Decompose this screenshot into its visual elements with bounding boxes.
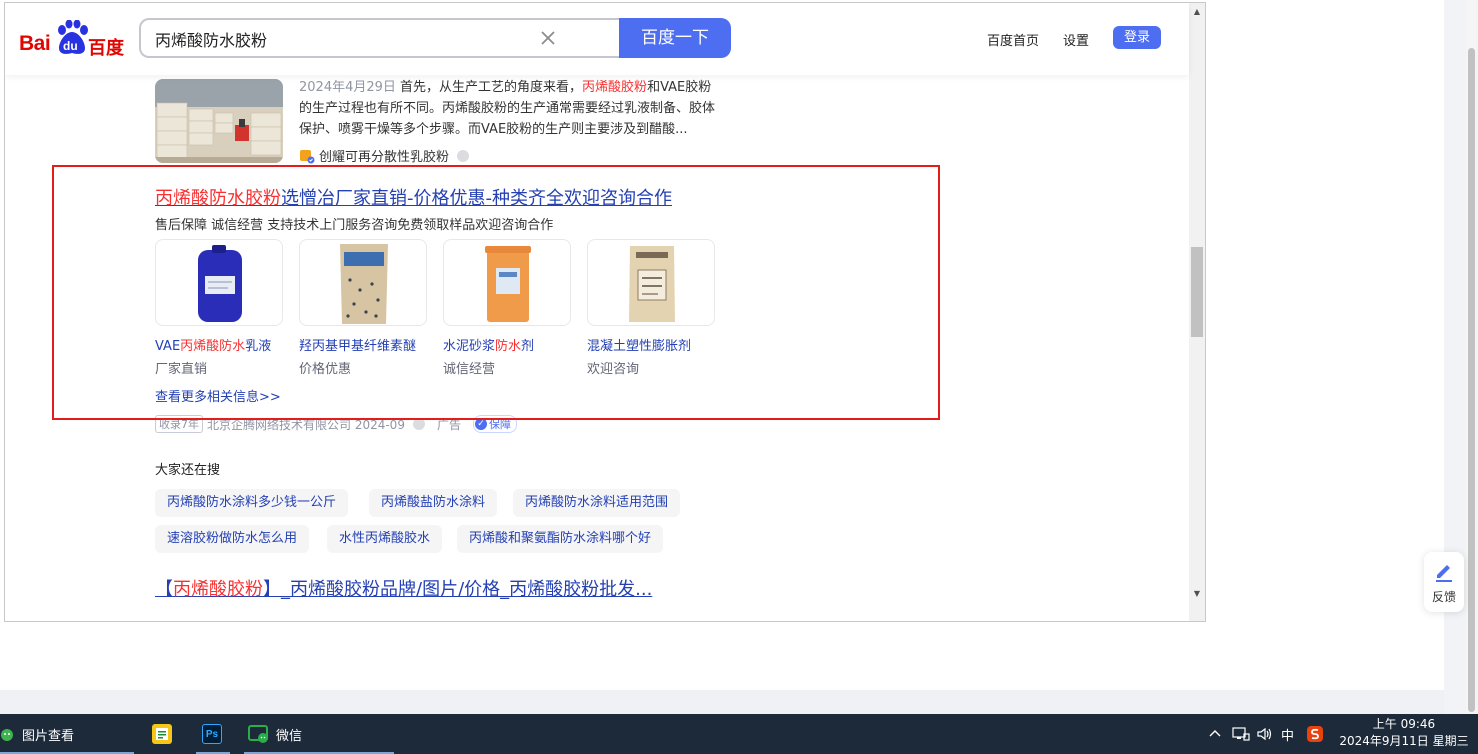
taskbar-notes-app[interactable]: [152, 714, 172, 754]
tray-network[interactable]: [1232, 714, 1250, 754]
related-search-chip[interactable]: 丙烯酸和聚氨酯防水涂料哪个好: [457, 525, 664, 553]
scroll-down-arrow-icon[interactable]: ▼: [1192, 589, 1202, 599]
browser-frame: Bai du 百度 百度一下 百度首页 设置 登录: [4, 2, 1206, 622]
wechat-icon: [248, 725, 268, 743]
taskbar-wechat-label: 微信: [276, 728, 303, 744]
related-search-chip[interactable]: 丙烯酸盐防水涂料: [369, 489, 498, 517]
feedback-pen-icon: [1436, 565, 1452, 582]
page-scrollbar-thumb[interactable]: [1468, 48, 1475, 712]
page-footer-strip: [0, 690, 1444, 714]
volume-icon: [1257, 727, 1272, 741]
network-icon: [1232, 727, 1250, 741]
more-options-icon[interactable]: [457, 149, 470, 162]
taskbar-photoshop[interactable]: Ps: [202, 714, 222, 754]
logo-cn: 百度: [88, 38, 124, 59]
tray-volume[interactable]: [1256, 714, 1274, 754]
source-logo-icon: [300, 149, 315, 163]
results-scrollbar-thumb[interactable]: [1191, 247, 1203, 337]
feedback-button[interactable]: 反馈: [1424, 552, 1464, 612]
taskbar-photo-viewer[interactable]: 图片查看: [0, 714, 134, 754]
tray-ime[interactable]: 中: [1281, 714, 1294, 754]
chevron-up-icon: [1209, 730, 1221, 737]
result-date: 2024年4月29日: [299, 80, 396, 95]
search-button[interactable]: 百度一下: [619, 18, 731, 58]
tray-chevron[interactable]: [1208, 714, 1222, 754]
logo-du: du: [63, 39, 78, 53]
taskbar-clock[interactable]: 上午 09:46 2024年9月11日 星期三: [1336, 716, 1472, 750]
clock-time: 上午 09:46: [1372, 717, 1436, 731]
source-name[interactable]: 创耀可再分散性乳胶粉: [319, 146, 449, 165]
warehouse-image: [155, 79, 283, 163]
clear-icon[interactable]: [539, 29, 557, 47]
related-searches-title: 大家还在搜: [155, 463, 221, 478]
next-title-rest: 】_丙烯酸胶粉品牌/图片/价格_丙烯酸胶粉批发...: [263, 579, 653, 600]
snippet-highlight: 丙烯酸胶粉: [582, 80, 648, 95]
related-search-chip[interactable]: 速溶胶粉做防水怎么用: [155, 525, 310, 553]
search-input[interactable]: [155, 29, 515, 48]
clock-date: 2024年9月11日 星期三: [1339, 734, 1469, 748]
photo-viewer-icon: [1, 729, 13, 741]
notes-glyph-icon: [156, 728, 168, 740]
next-result-title-link[interactable]: 【丙烯酸胶粉】_丙烯酸胶粉品牌/图片/价格_丙烯酸胶粉批发...: [155, 575, 652, 601]
tray-sogou[interactable]: [1306, 714, 1324, 754]
baidu-paw-icon: du: [58, 20, 88, 54]
result-source[interactable]: 创耀可再分散性乳胶粉: [299, 146, 470, 165]
feedback-label: 反馈: [1431, 590, 1456, 604]
nav-settings-link[interactable]: 设置: [1063, 30, 1089, 49]
photoshop-icon: Ps: [202, 724, 222, 744]
search-header: Bai du 百度 百度一下 百度首页 设置 登录: [5, 3, 1189, 75]
taskbar-photo-label: 图片查看: [22, 728, 75, 744]
related-search-chip[interactable]: 水性丙烯酸胶水: [327, 525, 443, 553]
taskbar-wechat[interactable]: 微信: [248, 714, 394, 754]
highlight-box: [52, 165, 940, 420]
related-search-chip[interactable]: 丙烯酸防水涂料适用范围: [513, 489, 681, 517]
taskbar: 图片查看 Ps 微信 中 上午 09:46 2024年9月11日 星期三: [0, 714, 1478, 754]
sogou-icon: [1307, 726, 1323, 742]
result-thumbnail[interactable]: [155, 79, 283, 163]
result-snippet: 2024年4月29日 首先，从生产工艺的角度来看，丙烯酸胶粉和VAE胶粉的生产过…: [299, 77, 719, 140]
logo-bai: Bai: [19, 32, 51, 55]
title-bracket: 【: [155, 579, 173, 600]
nav-home-link[interactable]: 百度首页: [987, 30, 1039, 49]
related-search-chip[interactable]: 丙烯酸防水涂料多少钱一公斤: [155, 489, 349, 517]
login-button[interactable]: 登录: [1113, 26, 1161, 49]
snippet-part: 首先，从生产工艺的角度来看，: [395, 80, 583, 95]
scroll-up-arrow-icon[interactable]: ▲: [1192, 7, 1202, 17]
notes-app-icon: [152, 724, 172, 744]
search-box[interactable]: [139, 18, 620, 58]
next-title-highlight: 丙烯酸胶粉: [173, 579, 263, 600]
